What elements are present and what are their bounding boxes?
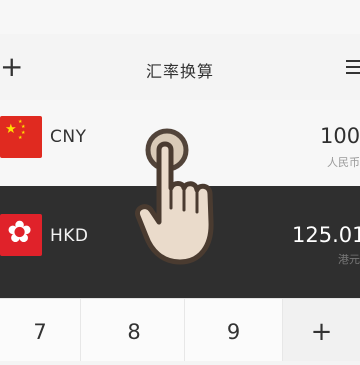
tap-gesture-hand-icon [135, 128, 214, 265]
key-plus[interactable]: + [283, 299, 360, 361]
currency-amount[interactable]: 100 [320, 124, 360, 148]
currency-name: 人民币 [327, 156, 360, 169]
currency-code: CNY [50, 127, 87, 147]
status-bar [0, 0, 360, 34]
menu-button[interactable] [346, 56, 360, 78]
number-keypad: 7 8 9 + [0, 298, 360, 361]
hong-kong-flag-icon: ✿ [0, 214, 42, 256]
currency-name: 港元 [338, 253, 360, 266]
key-8[interactable]: 8 [84, 299, 185, 361]
menu-icon [346, 60, 360, 74]
page-title: 汇率换算 [145, 62, 214, 81]
key-7[interactable]: 7 [0, 299, 81, 361]
currency-amount[interactable]: 125.01 [292, 223, 360, 247]
china-flag-icon: ★ ★ ★ ★ ★ [0, 116, 42, 158]
top-bar: + 汇率换算 [0, 34, 360, 101]
key-9[interactable]: 9 [185, 299, 283, 361]
currency-code: HKD [50, 226, 89, 246]
